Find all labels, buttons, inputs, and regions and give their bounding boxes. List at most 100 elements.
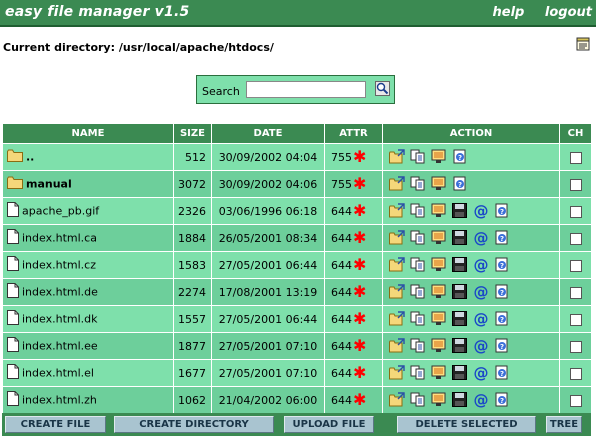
permissions[interactable]: 644	[331, 340, 353, 353]
select-checkbox[interactable]	[569, 286, 582, 299]
select-checkbox[interactable]	[569, 340, 582, 353]
permissions[interactable]: 644	[331, 259, 353, 272]
select-checkbox[interactable]	[569, 313, 582, 326]
copy-icon[interactable]	[407, 149, 428, 165]
info-icon[interactable]: ?	[491, 203, 512, 219]
rename-icon[interactable]	[386, 176, 407, 192]
create-directory-button[interactable]: CREATE DIRECTORY	[114, 416, 274, 433]
file-name-link[interactable]: manual	[26, 178, 72, 191]
change-permissions-icon[interactable]: ✱	[353, 230, 366, 246]
copy-icon[interactable]	[407, 230, 428, 246]
info-icon[interactable]: ?	[491, 365, 512, 381]
create-file-button[interactable]: CREATE FILE	[5, 416, 106, 433]
select-checkbox[interactable]	[569, 232, 582, 245]
email-icon[interactable]: @	[470, 202, 491, 220]
move-icon[interactable]	[428, 257, 449, 273]
change-permissions-icon[interactable]: ✱	[353, 257, 366, 273]
permissions[interactable]: 644	[331, 205, 353, 218]
save-icon[interactable]	[449, 230, 470, 246]
save-icon[interactable]	[449, 365, 470, 381]
name-cell[interactable]: index.html.de	[2, 278, 174, 306]
move-icon[interactable]	[428, 230, 449, 246]
change-permissions-icon[interactable]: ✱	[353, 311, 366, 327]
tree-button[interactable]: TREE	[546, 416, 582, 433]
name-cell[interactable]: manual	[2, 170, 174, 198]
save-icon[interactable]	[449, 338, 470, 354]
file-name-link[interactable]: ..	[26, 151, 34, 164]
help-link[interactable]: help	[493, 5, 525, 20]
file-name-link[interactable]: index.html.el	[22, 367, 94, 380]
notepad-icon[interactable]	[576, 37, 590, 51]
name-cell[interactable]: index.html.cz	[2, 251, 174, 279]
info-icon[interactable]: ?	[491, 230, 512, 246]
copy-icon[interactable]	[407, 203, 428, 219]
move-icon[interactable]	[428, 149, 449, 165]
email-icon[interactable]: @	[470, 256, 491, 274]
info-icon[interactable]: ?	[491, 284, 512, 300]
delete-selected-button[interactable]: DELETE SELECTED	[397, 416, 536, 433]
file-name-link[interactable]: apache_pb.gif	[22, 205, 99, 218]
name-cell[interactable]: apache_pb.gif	[2, 197, 174, 225]
change-permissions-icon[interactable]: ✱	[353, 392, 366, 408]
copy-icon[interactable]	[407, 365, 428, 381]
rename-icon[interactable]	[386, 203, 407, 219]
copy-icon[interactable]	[407, 284, 428, 300]
name-cell[interactable]: index.html.dk	[2, 305, 174, 333]
email-icon[interactable]: @	[470, 391, 491, 409]
copy-icon[interactable]	[407, 311, 428, 327]
rename-icon[interactable]	[386, 311, 407, 327]
file-name-link[interactable]: index.html.dk	[22, 313, 98, 326]
move-icon[interactable]	[428, 311, 449, 327]
save-icon[interactable]	[449, 203, 470, 219]
email-icon[interactable]: @	[470, 229, 491, 247]
select-checkbox[interactable]	[569, 178, 582, 191]
select-checkbox[interactable]	[569, 259, 582, 272]
change-permissions-icon[interactable]: ✱	[353, 176, 366, 192]
column-header-name[interactable]: NAME	[2, 123, 174, 144]
copy-icon[interactable]	[407, 392, 428, 408]
rename-icon[interactable]	[386, 392, 407, 408]
column-header-date[interactable]: DATE	[211, 123, 325, 144]
save-icon[interactable]	[449, 392, 470, 408]
select-checkbox[interactable]	[569, 394, 582, 407]
save-icon[interactable]	[449, 284, 470, 300]
search-icon[interactable]	[375, 81, 390, 96]
permissions[interactable]: 755	[331, 151, 353, 164]
change-permissions-icon[interactable]: ✱	[353, 338, 366, 354]
email-icon[interactable]: @	[470, 364, 491, 382]
move-icon[interactable]	[428, 284, 449, 300]
rename-icon[interactable]	[386, 257, 407, 273]
copy-icon[interactable]	[407, 257, 428, 273]
change-permissions-icon[interactable]: ✱	[353, 203, 366, 219]
name-cell[interactable]: index.html.ee	[2, 332, 174, 360]
info-icon[interactable]: ?	[491, 257, 512, 273]
name-cell[interactable]: index.html.zh	[2, 386, 174, 414]
info-icon[interactable]: ?	[449, 149, 470, 165]
rename-icon[interactable]	[386, 149, 407, 165]
save-icon[interactable]	[449, 257, 470, 273]
upload-file-button[interactable]: UPLOAD FILE	[284, 416, 374, 433]
permissions[interactable]: 644	[331, 286, 353, 299]
file-name-link[interactable]: index.html.zh	[22, 394, 97, 407]
info-icon[interactable]: ?	[449, 176, 470, 192]
name-cell[interactable]: index.html.ca	[2, 224, 174, 252]
select-checkbox[interactable]	[569, 367, 582, 380]
rename-icon[interactable]	[386, 338, 407, 354]
select-checkbox[interactable]	[569, 151, 582, 164]
move-icon[interactable]	[428, 365, 449, 381]
move-icon[interactable]	[428, 338, 449, 354]
rename-icon[interactable]	[386, 230, 407, 246]
info-icon[interactable]: ?	[491, 311, 512, 327]
change-permissions-icon[interactable]: ✱	[353, 365, 366, 381]
name-cell[interactable]: ..	[2, 143, 174, 171]
search-input[interactable]	[246, 81, 366, 98]
permissions[interactable]: 644	[331, 313, 353, 326]
select-checkbox[interactable]	[569, 205, 582, 218]
copy-icon[interactable]	[407, 338, 428, 354]
move-icon[interactable]	[428, 392, 449, 408]
save-icon[interactable]	[449, 311, 470, 327]
rename-icon[interactable]	[386, 284, 407, 300]
move-icon[interactable]	[428, 176, 449, 192]
permissions[interactable]: 644	[331, 367, 353, 380]
permissions[interactable]: 644	[331, 394, 353, 407]
